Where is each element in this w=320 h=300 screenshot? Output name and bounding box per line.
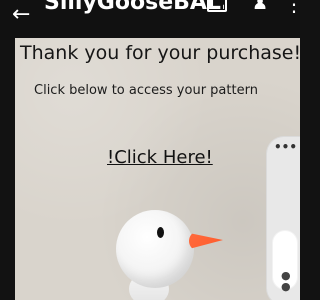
panel-control-knob[interactable]: ● ●: [272, 230, 298, 293]
goose-head: [116, 210, 194, 288]
document-title: SillyGooseBAL...: [44, 0, 224, 14]
goose-eye: [157, 227, 164, 238]
back-arrow-icon[interactable]: ←: [12, 4, 30, 26]
pattern-link[interactable]: !Click Here!: [107, 147, 213, 169]
panel-more-icon[interactable]: •••: [274, 141, 297, 153]
floating-side-panel[interactable]: ••• ● ●: [266, 136, 300, 300]
access-instructions: Click below to access your pattern: [34, 83, 258, 98]
drive-icon[interactable]: [207, 0, 227, 12]
goose-beak: [189, 233, 223, 249]
document-page: Thank you for your purchase! Click below…: [15, 38, 300, 300]
top-app-bar: ← SillyGooseBAL... ♟ ⋮: [0, 0, 300, 40]
more-vertical-icon[interactable]: ⋮: [284, 0, 300, 14]
screen-frame: ← SillyGooseBAL... ♟ ⋮ Thank you for you…: [0, 0, 300, 300]
panel-control-icon: ● ●: [281, 269, 293, 293]
page-heading: Thank you for your purchase!: [20, 42, 300, 64]
add-person-icon[interactable]: ♟: [252, 0, 268, 13]
